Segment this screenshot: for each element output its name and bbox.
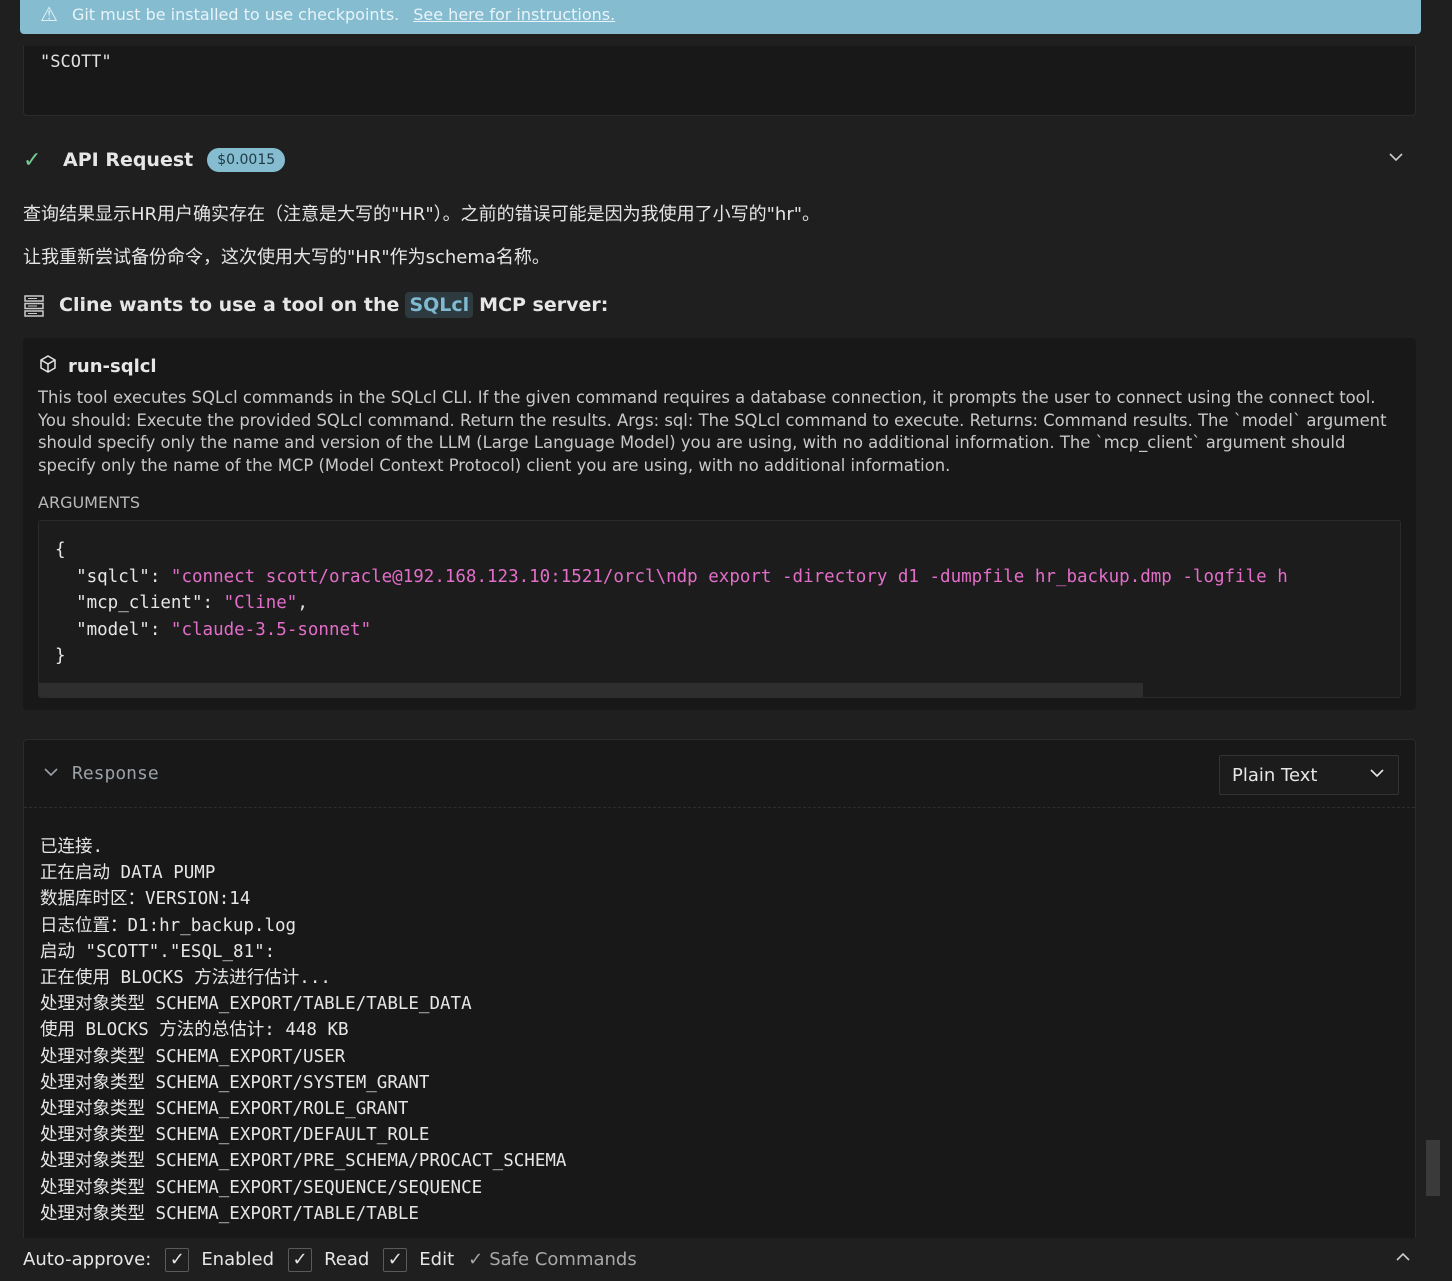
response-line: 处理对象类型 SCHEMA_EXPORT/TABLE/TABLE	[40, 1203, 419, 1224]
response-line: 数据库时区：VERSION:14	[40, 889, 251, 910]
response-line: 启动 "SCOTT"."ESQL_81":	[40, 941, 276, 962]
response-line: 处理对象类型 SCHEMA_EXPORT/USER	[40, 1046, 346, 1067]
chevron-down-icon[interactable]	[42, 763, 60, 785]
response-panel: Response Plain Text 已连接. 正在启动 DATA PUMP …	[23, 739, 1416, 1281]
horizontal-scrollbar[interactable]	[39, 683, 1143, 698]
auto-approve-label: Auto-approve:	[23, 1249, 152, 1270]
tool-name: run-sqlcl	[68, 356, 157, 377]
code-close-brace: }	[55, 646, 66, 667]
check-icon: ✓	[468, 1249, 484, 1270]
server-icon	[23, 294, 45, 317]
enabled-checkbox[interactable]: ✓ Enabled	[165, 1247, 274, 1272]
mcp-suffix: MCP server:	[479, 294, 609, 316]
mcp-prefix: Cline wants to use a tool on the	[59, 294, 400, 316]
previous-output-text: "SCOTT"	[40, 52, 112, 72]
tool-description: This tool executes SQLcl commands in the…	[38, 388, 1387, 475]
format-select[interactable]: Plain Text	[1219, 755, 1399, 795]
checkbox-checked-icon[interactable]: ✓	[288, 1247, 313, 1272]
api-request-title: API Request	[63, 149, 194, 171]
response-line: 处理对象类型 SCHEMA_EXPORT/PRE_SCHEMA/PROCACT_…	[40, 1151, 567, 1172]
previous-output-block: "SCOTT"	[23, 46, 1416, 116]
response-header[interactable]: Response Plain Text	[24, 740, 1415, 808]
cube-icon	[38, 354, 58, 379]
edit-checkbox[interactable]: ✓ Edit	[383, 1247, 454, 1272]
mcp-request-header: Cline wants to use a tool on the SQLcl M…	[23, 292, 608, 318]
read-checkbox[interactable]: ✓ Read	[288, 1247, 369, 1272]
code-line-mcp-client: "mcp_client": "Cline",	[76, 593, 308, 614]
instructions-link[interactable]: See here for instructions.	[413, 5, 615, 24]
chevron-down-icon[interactable]	[1387, 148, 1405, 171]
git-warning-banner: ⚠ Git must be installed to use checkpoin…	[20, 0, 1421, 34]
auto-approve-bar: Auto-approve: ✓ Enabled ✓ Read ✓ Edit ✓ …	[0, 1238, 1452, 1281]
response-line: 日志位置：D1:hr_backup.log	[40, 915, 297, 936]
response-line: 处理对象类型 SCHEMA_EXPORT/ROLE_GRANT	[40, 1099, 409, 1120]
api-request-row[interactable]: ✓ API Request $0.0015	[23, 144, 1423, 176]
chevron-down-icon	[1368, 764, 1386, 787]
response-title: Response	[72, 763, 159, 784]
cost-badge: $0.0015	[207, 148, 286, 172]
response-line: 处理对象类型 SCHEMA_EXPORT/TABLE/TABLE_DATA	[40, 994, 472, 1015]
tool-card: run-sqlcl This tool executes SQLcl comma…	[23, 338, 1416, 710]
response-line: 使用 BLOCKS 方法的总估计: 448 KB	[40, 1020, 349, 1041]
format-select-value: Plain Text	[1232, 764, 1318, 786]
response-line: 处理对象类型 SCHEMA_EXPORT/DEFAULT_ROLE	[40, 1125, 430, 1146]
checkbox-checked-icon[interactable]: ✓	[165, 1247, 190, 1272]
assistant-message-2: 让我重新尝试备份命令，这次使用大写的"HR"作为schema名称。	[23, 247, 550, 268]
vertical-scrollbar[interactable]	[1426, 1140, 1440, 1196]
response-body: 已连接. 正在启动 DATA PUMP 数据库时区：VERSION:14 日志位…	[24, 808, 1415, 1227]
checkmark-icon: ✓	[23, 147, 42, 173]
response-line: 处理对象类型 SCHEMA_EXPORT/SYSTEM_GRANT	[40, 1072, 430, 1093]
response-line: 已连接.	[40, 837, 104, 857]
assistant-message-1: 查询结果显示HR用户确实存在（注意是大写的"HR"）。之前的错误可能是因为我使用…	[23, 204, 821, 225]
mcp-server-name: SQLcl	[405, 292, 474, 318]
response-line: 处理对象类型 SCHEMA_EXPORT/SEQUENCE/SEQUENCE	[40, 1177, 483, 1198]
code-line-sqlcl: "sqlcl": "connect scott/oracle@192.168.1…	[76, 566, 1288, 587]
banner-text: Git must be installed to use checkpoints…	[71, 4, 400, 24]
chevron-up-icon[interactable]	[1394, 1248, 1412, 1271]
response-line: 正在使用 BLOCKS 方法进行估计...	[40, 968, 331, 989]
warning-icon: ⚠	[40, 2, 58, 26]
safe-commands-option[interactable]: ✓ Safe Commands	[468, 1249, 637, 1270]
arguments-code-block[interactable]: { "sqlcl": "connect scott/oracle@192.168…	[38, 520, 1401, 699]
response-line: 正在启动 DATA PUMP	[40, 863, 216, 884]
code-line-model: "model": "claude-3.5-sonnet"	[76, 619, 372, 640]
code-open-brace: {	[55, 540, 66, 561]
checkbox-checked-icon[interactable]: ✓	[383, 1247, 408, 1272]
arguments-label: ARGUMENTS	[38, 493, 140, 513]
